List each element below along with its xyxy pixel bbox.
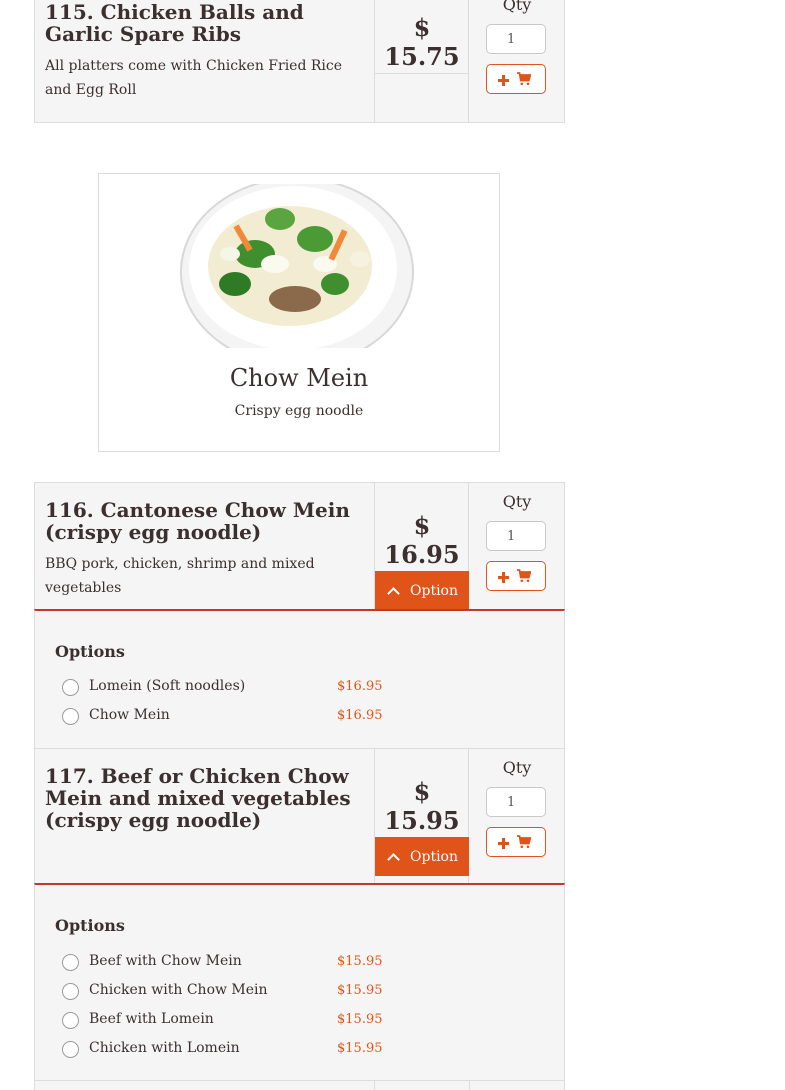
item-title: 117. Beef or Chicken Chow Mein and mixed… (45, 764, 351, 832)
menu-item-card: 115. Chicken Balls and Garlic Spare Ribs… (34, 0, 565, 123)
add-to-cart-button[interactable] (486, 827, 546, 857)
cart-icon (517, 569, 531, 583)
item-title: 115. Chicken Balls and Garlic Spare Ribs (45, 0, 304, 46)
option-radio[interactable] (62, 679, 79, 696)
cart-icon (517, 835, 531, 849)
item-price: $ 16.95 (384, 511, 460, 569)
next-menu-item-card (34, 1080, 565, 1090)
option-radio[interactable] (62, 954, 79, 971)
option-label: Option (410, 582, 458, 599)
chevron-up-icon (387, 586, 400, 600)
option-name: Chicken with Chow Mein (89, 982, 268, 998)
option-name: Beef with Chow Mein (89, 953, 242, 969)
item-price-column: $ 16.95 Option (374, 483, 469, 612)
qty-label: Qty (502, 758, 532, 777)
category-card: Chow Mein Crispy egg noodle (98, 173, 500, 452)
item-price-column: $ 15.95 Option (374, 749, 469, 886)
item-qty-column: Qty (469, 0, 565, 122)
options-panel: Options Lomein (Soft noodles) $16.95 Cho… (34, 609, 565, 749)
option-radio[interactable] (62, 1041, 79, 1058)
option-radio[interactable] (62, 1012, 79, 1029)
column-divider (469, 1081, 470, 1090)
menu-item-card: 116. Cantonese Chow Mein (crispy egg noo… (34, 482, 565, 612)
option-row[interactable]: Beef with Lomein $15.95 (62, 1009, 383, 1031)
option-row[interactable]: Lomein (Soft noodles) $16.95 (62, 676, 383, 698)
option-price: $15.95 (337, 1041, 383, 1056)
option-row[interactable]: Chicken with Lomein $15.95 (62, 1038, 383, 1060)
option-name: Chicken with Lomein (89, 1040, 240, 1056)
column-divider (374, 1081, 375, 1090)
cart-icon (517, 72, 531, 86)
option-radio[interactable] (62, 983, 79, 1000)
plus-icon (498, 838, 509, 849)
plus-icon (498, 572, 509, 583)
item-description-column: 116. Cantonese Chow Mein (crispy egg noo… (35, 483, 374, 612)
menu-item-card: 117. Beef or Chicken Chow Mein and mixed… (34, 748, 565, 886)
chow-mein-photo (180, 184, 414, 348)
option-label: Option (410, 848, 458, 865)
item-title: 116. Cantonese Chow Mein (crispy egg noo… (45, 498, 350, 544)
option-toggle-button[interactable]: Option (375, 837, 469, 876)
price-divider (375, 73, 469, 74)
item-price: $ 15.95 (384, 777, 460, 835)
option-radio[interactable] (62, 708, 79, 725)
item-description-column: 117. Beef or Chicken Chow Mein and mixed… (35, 749, 374, 886)
option-name: Chow Mein (89, 707, 170, 723)
qty-input[interactable] (486, 787, 546, 817)
add-to-cart-button[interactable] (486, 64, 546, 94)
option-name: Beef with Lomein (89, 1011, 214, 1027)
category-title: Chow Mein (229, 364, 369, 392)
option-row[interactable]: Beef with Chow Mein $15.95 (62, 951, 383, 973)
option-row[interactable]: Chicken with Chow Mein $15.95 (62, 980, 383, 1002)
options-title: Options (55, 642, 125, 661)
add-to-cart-button[interactable] (486, 561, 546, 591)
item-description: All platters come with Chicken Fried Ric… (45, 58, 343, 98)
qty-label: Qty (502, 492, 532, 511)
option-price: $16.95 (337, 679, 383, 694)
option-price: $15.95 (337, 954, 383, 969)
options-panel: Options Beef with Chow Mein $15.95 Chick… (34, 883, 565, 1081)
option-price: $16.95 (337, 708, 383, 723)
category-subtitle: Crispy egg noodle (234, 403, 364, 419)
option-name: Lomein (Soft noodles) (89, 678, 246, 694)
qty-input[interactable] (486, 521, 546, 551)
qty-label: Qty (502, 0, 532, 14)
item-description-column: 115. Chicken Balls and Garlic Spare Ribs… (35, 0, 374, 122)
item-price: $ 15.75 (384, 13, 460, 71)
option-price: $15.95 (337, 983, 383, 998)
item-qty-column: Qty (469, 749, 565, 886)
qty-input[interactable] (486, 24, 546, 54)
options-title: Options (55, 916, 125, 935)
plus-icon (498, 75, 509, 86)
item-description: BBQ pork, chicken, shrimp and mixed vege… (45, 556, 315, 596)
option-toggle-button[interactable]: Option (375, 571, 469, 610)
item-price-column: $ 15.75 (374, 0, 469, 122)
chevron-up-icon (387, 852, 400, 866)
option-price: $15.95 (337, 1012, 383, 1027)
item-qty-column: Qty (469, 483, 565, 612)
option-row[interactable]: Chow Mein $16.95 (62, 705, 383, 727)
